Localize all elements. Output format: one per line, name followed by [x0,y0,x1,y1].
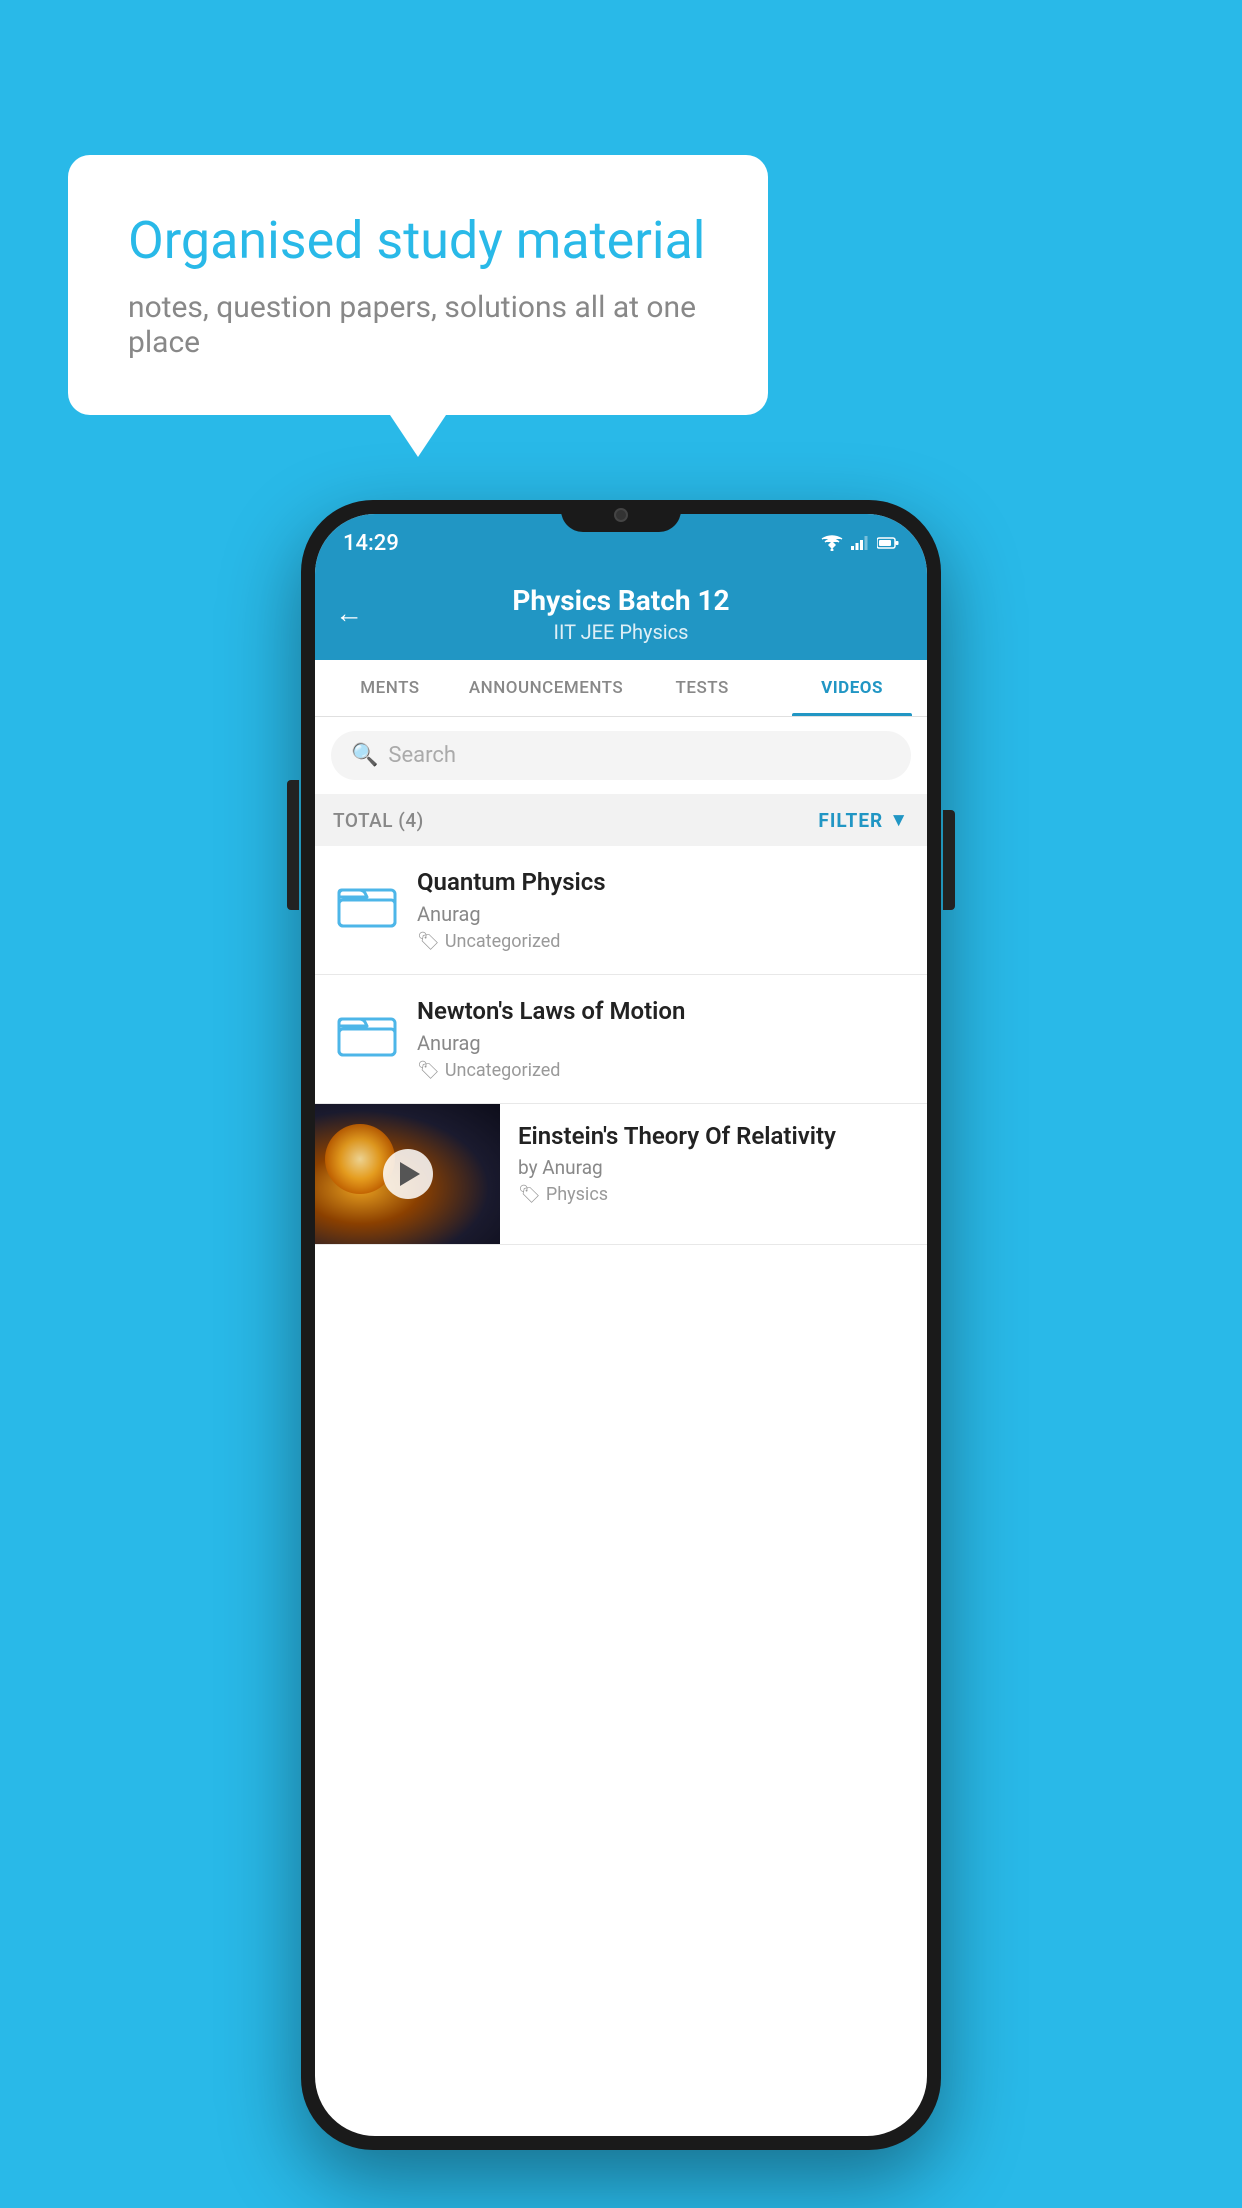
item-info: Newton's Laws of Motion Anurag 🏷 Uncateg… [417,997,909,1081]
wifi-icon [821,535,843,551]
search-placeholder: Search [388,743,456,768]
folder-icon [337,1004,397,1059]
battery-icon [877,536,899,550]
signal-icon [851,536,869,550]
item-tag: 🏷 Uncategorized [417,1060,909,1081]
tab-videos[interactable]: VIDEOS [777,660,927,716]
phone-outer: 14:29 [301,500,941,2150]
header-subtitle: IIT JEE Physics [335,620,907,644]
speech-bubble: Organised study material notes, question… [68,155,768,415]
item-info: Einstein's Theory Of Relativity by Anura… [500,1104,927,1223]
tag-label: Physics [546,1184,608,1205]
search-icon: 🔍 [351,743,378,768]
item-title: Newton's Laws of Motion [417,997,909,1025]
item-author: by Anurag [518,1156,909,1179]
folder-icon [337,875,397,930]
tabs-bar: MENTS ANNOUNCEMENTS TESTS VIDEOS [315,660,927,717]
total-count: TOTAL (4) [333,809,424,832]
video-list: Quantum Physics Anurag 🏷 Uncategorized [315,846,927,1245]
tag-icon: 🏷 [518,1184,541,1205]
tab-tests[interactable]: TESTS [627,660,777,716]
phone-screen: 14:29 [315,514,927,2136]
tag-icon: 🏷 [417,931,440,952]
search-bar[interactable]: 🔍 Search [331,731,911,780]
list-item[interactable]: Newton's Laws of Motion Anurag 🏷 Uncateg… [315,975,927,1104]
item-thumbnail [333,868,401,936]
phone-notch [561,500,681,532]
tag-icon: 🏷 [417,1060,440,1081]
list-item[interactable]: Einstein's Theory Of Relativity by Anura… [315,1104,927,1245]
tab-ments[interactable]: MENTS [315,660,465,716]
tag-label: Uncategorized [445,1060,561,1081]
video-thumbnail [315,1104,500,1244]
play-icon [400,1162,420,1186]
speech-bubble-container: Organised study material notes, question… [68,155,768,415]
item-thumbnail [333,997,401,1065]
filter-row: TOTAL (4) FILTER ▼ [315,794,927,846]
speech-bubble-title: Organised study material [128,210,708,272]
item-tag: 🏷 Physics [518,1184,909,1205]
status-time: 14:29 [343,531,399,556]
item-info: Quantum Physics Anurag 🏷 Uncategorized [417,868,909,952]
filter-icon: ▼ [889,808,909,832]
app-header: ← Physics Batch 12 IIT JEE Physics [315,566,927,660]
filter-button[interactable]: FILTER ▼ [818,808,909,832]
tab-announcements[interactable]: ANNOUNCEMENTS [465,660,627,716]
back-button[interactable]: ← [335,597,363,630]
status-icons [821,535,899,551]
filter-label: FILTER [818,809,883,832]
play-button[interactable] [383,1149,433,1199]
item-tag: 🏷 Uncategorized [417,931,909,952]
search-container: 🔍 Search [315,717,927,794]
item-title: Einstein's Theory Of Relativity [518,1122,909,1150]
speech-bubble-subtitle: notes, question papers, solutions all at… [128,290,708,360]
phone-container: 14:29 [301,500,941,2150]
list-item[interactable]: Quantum Physics Anurag 🏷 Uncategorized [315,846,927,975]
item-author: Anurag [417,1031,909,1055]
header-title: Physics Batch 12 [335,584,907,617]
front-camera [614,508,628,522]
tag-label: Uncategorized [445,931,561,952]
item-title: Quantum Physics [417,868,909,896]
item-author: Anurag [417,902,909,926]
